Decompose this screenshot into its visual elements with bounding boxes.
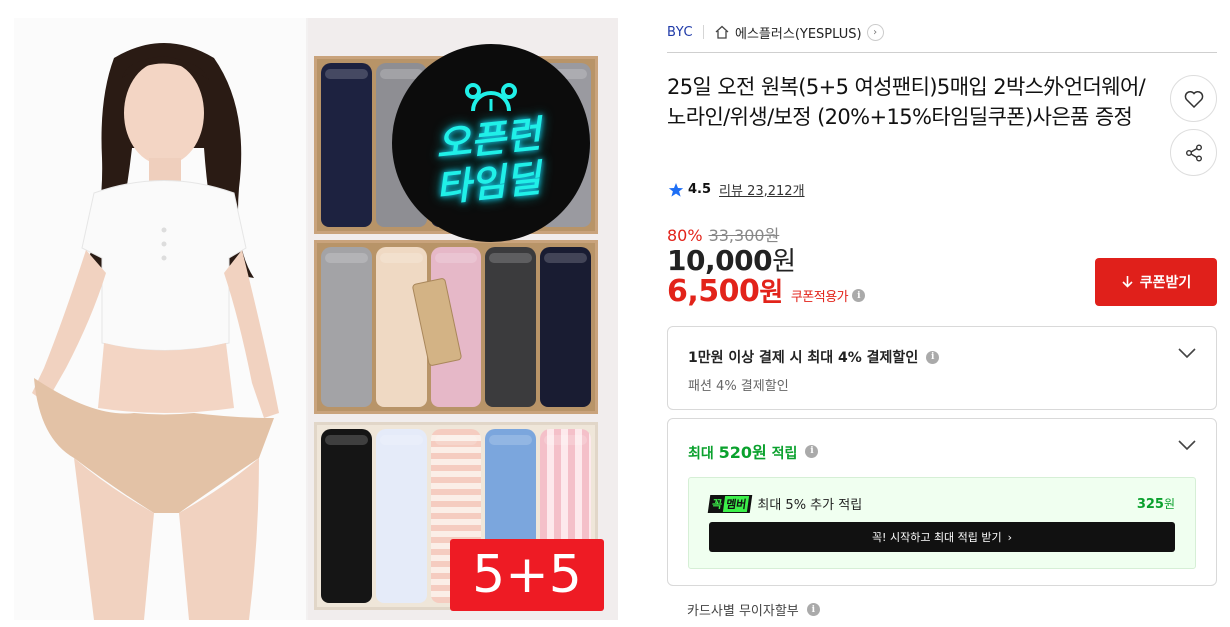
get-coupon-label: 쿠폰받기 (1139, 275, 1192, 291)
product-info: BYC 에스플러스(YESPLUS) › 25일 오전 원복(5+5 여성팬티)… (667, 0, 1218, 627)
points-summary: 최대 520원 적립 (688, 439, 797, 463)
member-benefit-box: 꼭 멤버 최대 5% 추가 적립 325원 꼭! 시작하고 최대 적립 받기 › (688, 477, 1196, 569)
member-start-button[interactable]: 꼭! 시작하고 최대 적립 받기 › (709, 522, 1175, 552)
coupon-price-number: 6,500 (667, 274, 760, 309)
card-installment-label: 카드사별 무이자할부 (687, 604, 799, 619)
divider (667, 52, 1217, 53)
chevron-right-icon: › (866, 23, 884, 41)
bundle-badge: 5+5 (450, 539, 604, 611)
product-title: 25일 오전 원복(5+5 여성팬티)5매입 2박스外언더웨어/노라인/위생/보… (667, 75, 1146, 129)
points-suffix: 적립 (771, 446, 798, 462)
coupon-applied-text: 쿠폰적용가 (790, 290, 849, 305)
info-icon[interactable]: i (806, 603, 820, 616)
info-icon[interactable]: i (926, 350, 940, 364)
payment-discount-header: 1만원 이상 결제 시 최대 4% 결제할인 i (688, 347, 940, 367)
chevron-down-icon[interactable] (1178, 439, 1196, 451)
chevron-down-icon[interactable] (1178, 347, 1196, 359)
heart-icon (1184, 90, 1203, 108)
product-image[interactable]: 오픈런 타임딜 5+5 (14, 18, 618, 620)
star-icon (668, 182, 684, 197)
reviews-link[interactable]: 리뷰 23,212개 (719, 180, 805, 199)
brand-link[interactable]: BYC (667, 25, 693, 40)
rating-score: 4.5 (688, 182, 712, 197)
chevron-right-icon: › (1007, 530, 1013, 544)
coupon-price: 6,500원 쿠폰적용가 i (667, 272, 866, 309)
member-logo-a: 꼭 (711, 497, 723, 511)
store-link[interactable]: 에스플러스(YESPLUS) › (714, 23, 884, 42)
wishlist-button[interactable] (1170, 75, 1217, 122)
coupon-applied-label: 쿠폰적용가 i (790, 286, 866, 305)
member-amount-unit: 원 (1163, 497, 1175, 511)
store-name: 에스플러스(YESPLUS) (735, 26, 862, 42)
share-button[interactable] (1170, 129, 1217, 176)
payment-discount-title: 1만원 이상 결제 시 최대 4% 결제할인 (688, 350, 919, 366)
info-icon[interactable]: i (852, 289, 866, 302)
points-panel[interactable]: 최대 520원 적립 i 꼭 멤버 최대 5% 추가 적립 325원 꼭! 시작하… (667, 418, 1217, 586)
share-icon (1185, 144, 1202, 161)
member-benefit-text: 최대 5% 추가 적립 (757, 498, 863, 513)
points-prefix: 최대 (688, 446, 714, 462)
member-benefit-amount: 325원 (1137, 495, 1175, 512)
card-installment-row[interactable]: 카드사별 무이자할부 i (687, 600, 820, 619)
payment-discount-detail: 패션 4% 결제할인 (688, 379, 789, 394)
model-photo (32, 43, 279, 620)
member-logo: 꼭 멤버 (707, 494, 753, 513)
points-header: 최대 520원 적립 i (688, 439, 819, 463)
payment-discount-panel[interactable]: 1만원 이상 결제 시 최대 4% 결제할인 i 패션 4% 결제할인 (667, 326, 1217, 410)
rating-row: 4.5 리뷰 23,212개 (668, 180, 805, 199)
coupon-price-unit: 원 (759, 278, 783, 308)
info-icon[interactable]: i (805, 444, 819, 458)
get-coupon-button[interactable]: 쿠폰받기 (1095, 258, 1217, 306)
member-amount-number: 325 (1136, 497, 1164, 512)
member-start-label: 꼭! 시작하고 최대 적립 받기 (871, 531, 1002, 544)
box-tray-middle (314, 240, 598, 414)
divider (703, 25, 705, 39)
underwear-box-photo: 오픈런 타임딜 (308, 18, 618, 620)
download-icon (1122, 276, 1133, 288)
home-icon (715, 25, 729, 39)
member-logo-b: 멤버 (723, 495, 750, 512)
alarm-clock-icon (465, 83, 517, 112)
points-amount: 520원 (718, 443, 767, 462)
seller-row: BYC 에스플러스(YESPLUS) › (667, 22, 884, 42)
timedeal-badge: 오픈런 타임딜 (392, 44, 590, 242)
member-benefit-row: 꼭 멤버 최대 5% 추가 적립 325원 (707, 494, 1175, 513)
